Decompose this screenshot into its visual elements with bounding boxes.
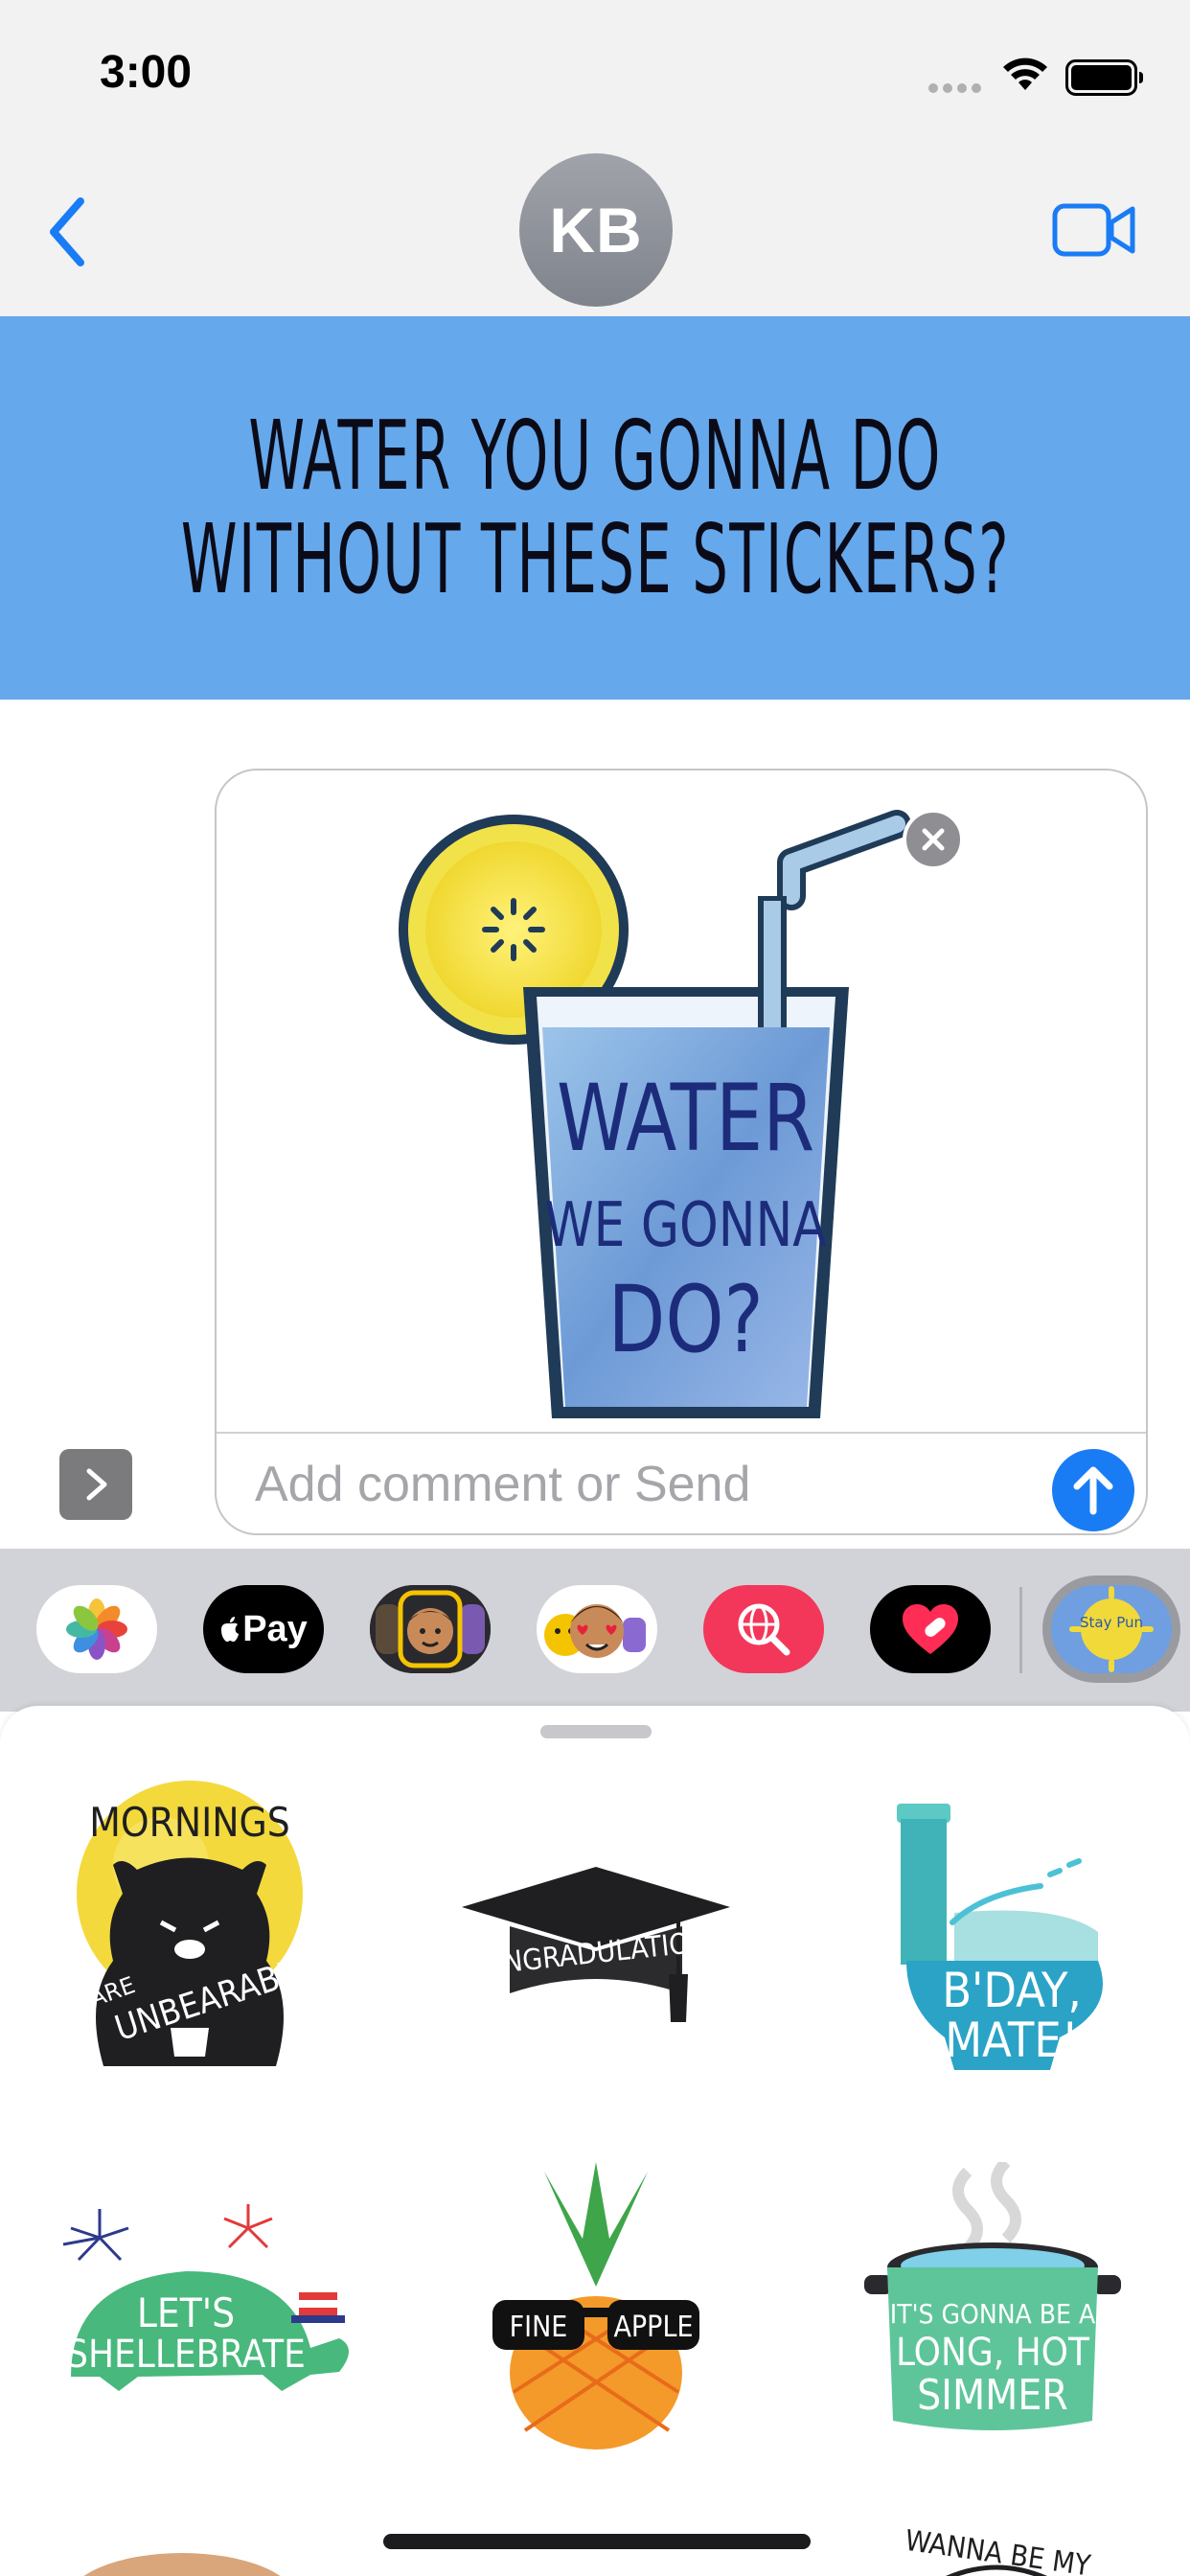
- facetime-video-icon[interactable]: [1052, 201, 1136, 259]
- banner-line-2: WITHOUT THESE STICKERS?: [180, 503, 1010, 615]
- sticker-pack-app-button[interactable]: Stay Pun: [1042, 1576, 1180, 1683]
- lemonade-glass-sticker[interactable]: WATER WE GONNA DO?: [389, 805, 964, 1438]
- turtle-sticker[interactable]: LET'S SHELLEBRATE: [52, 2204, 358, 2396]
- images-search-app-button[interactable]: [703, 1585, 824, 1673]
- status-time: 3:00: [100, 47, 193, 98]
- compose-field: WATER WE GONNA DO?: [215, 769, 1148, 1535]
- comment-input[interactable]: [255, 1441, 1021, 1528]
- remove-sticker-button[interactable]: [903, 809, 964, 870]
- photos-icon: [66, 1598, 127, 1660]
- svg-text:DO?: DO?: [607, 1266, 763, 1373]
- home-indicator[interactable]: [383, 2534, 811, 2549]
- mate-text: MATE!: [945, 2012, 1079, 2068]
- photos-app-button[interactable]: [36, 1585, 157, 1673]
- cellular-signal-icon: [928, 83, 981, 93]
- memoji-stickers-app-button[interactable]: [537, 1585, 657, 1673]
- chevron-right-icon: [86, 1468, 107, 1501]
- bday-toilet-sticker[interactable]: B'DAY, MATE!: [868, 1798, 1127, 2076]
- compose-divider: [217, 1432, 1146, 1434]
- arrow-up-icon: [1073, 1466, 1113, 1515]
- fine-text: FINE: [510, 2311, 568, 2344]
- sticker-pack-label: Stay Pun: [1080, 1614, 1143, 1631]
- apple-pay-app-button[interactable]: Pay: [203, 1585, 324, 1673]
- partial-sticker-right[interactable]: WANNA BE MY: [881, 2515, 1111, 2576]
- svg-text:WE GONNA: WE GONNA: [544, 1189, 827, 1261]
- apple-pay-label: Pay: [242, 1608, 308, 1649]
- mornings-text: MORNINGS: [89, 1799, 290, 1846]
- shellebrate-text: SHELLEBRATE: [66, 2333, 306, 2377]
- its-gonna-be-a-text: IT'S GONNA BE A: [890, 2298, 1096, 2330]
- wifi-icon: [1003, 58, 1047, 90]
- promo-banner: WATER YOU GONNA DO WITHOUT THESE STICKER…: [0, 316, 1190, 700]
- long-hot-text: LONG, HOT: [896, 2331, 1090, 2375]
- sticker-pack-icon: Stay Pun: [1051, 1585, 1172, 1673]
- memoji-icon: [370, 1585, 491, 1673]
- conversation-header: KB: [0, 144, 1190, 316]
- heart-icon: [903, 1604, 958, 1654]
- partial-sticker-left[interactable]: [57, 2534, 307, 2576]
- memoji-app-button[interactable]: [370, 1585, 491, 1673]
- back-chevron-icon[interactable]: [42, 194, 92, 270]
- sticker-panel: MORNINGS ARE UNBEARABLE CONGRADULATIONS …: [0, 1706, 1190, 2576]
- status-bar: 3:00: [0, 0, 1190, 144]
- memoji-stickers-icon: [544, 1604, 646, 1658]
- app-drawer: Pay Stay Pun: [0, 1549, 1190, 1712]
- contact-avatar[interactable]: KB: [519, 153, 673, 307]
- panel-grabber[interactable]: [540, 1725, 652, 1738]
- send-button[interactable]: [1052, 1449, 1134, 1531]
- simmer-text: SIMMER: [917, 2371, 1068, 2420]
- lets-text: LET'S: [137, 2289, 235, 2336]
- bday-text: B'DAY,: [942, 1963, 1082, 2018]
- simmer-pot-sticker[interactable]: IT'S GONNA BE A LONG, HOT SIMMER: [862, 2162, 1123, 2440]
- graduation-cap-sticker[interactable]: CONGRADULATIONS: [452, 1859, 740, 2032]
- banner-line-1: WATER YOU GONNA DO: [248, 400, 942, 512]
- battery-icon: [1065, 59, 1143, 96]
- apple-text: APPLE: [613, 2311, 693, 2344]
- expand-apps-button[interactable]: [59, 1449, 132, 1520]
- close-icon: [922, 828, 945, 851]
- pineapple-sticker[interactable]: FINE APPLE: [487, 2162, 705, 2450]
- globe-search-icon: [738, 1603, 790, 1656]
- mornings-bear-sticker[interactable]: MORNINGS ARE UNBEARABLE: [46, 1779, 333, 2076]
- app-drawer-divider: [1019, 1587, 1022, 1673]
- digital-touch-app-button[interactable]: [870, 1585, 991, 1673]
- apple-logo-icon: [221, 1617, 240, 1642]
- svg-text:WATER: WATER: [557, 1065, 814, 1172]
